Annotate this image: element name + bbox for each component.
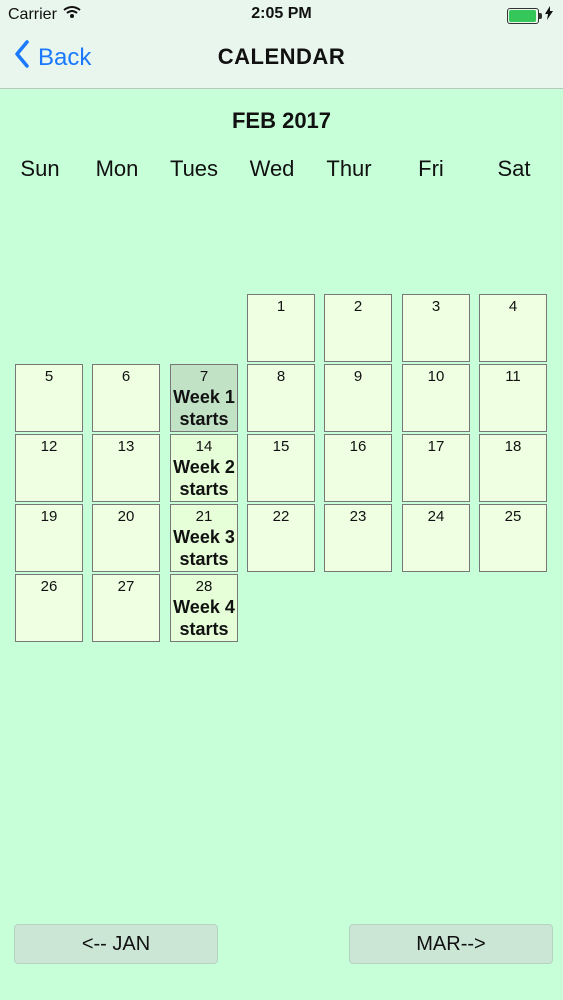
day-cell[interactable]: 19 — [15, 504, 83, 572]
weekday-header-row: Sun Mon Tues Wed Thur Fri Sat — [0, 156, 563, 186]
battery-icon — [507, 7, 542, 24]
day-cell[interactable]: 16 — [324, 434, 392, 502]
day-cell-selected[interactable]: 7 Week 1 starts — [170, 364, 238, 432]
weekday-mon: Mon — [95, 156, 139, 181]
weekday-sun: Sun — [20, 156, 60, 181]
day-cell[interactable]: 4 — [479, 294, 547, 362]
day-cell[interactable]: 5 — [15, 364, 83, 432]
day-cell[interactable]: 1 — [247, 294, 315, 362]
day-cell[interactable]: 6 — [92, 364, 160, 432]
day-cell[interactable]: 17 — [402, 434, 470, 502]
top-bar: Carrier 2:05 PM Back CALENDAR — [0, 0, 563, 89]
weekday-tues: Tues — [169, 156, 219, 181]
day-cell[interactable]: 8 — [247, 364, 315, 432]
month-title: FEB 2017 — [231, 108, 332, 133]
status-right — [507, 6, 553, 25]
day-cell[interactable]: 26 — [15, 574, 83, 642]
day-cell[interactable]: 14 Week 2 starts — [170, 434, 238, 502]
day-cell[interactable]: 15 — [247, 434, 315, 502]
day-cell[interactable]: 11 — [479, 364, 547, 432]
weekday-wed: Wed — [249, 156, 295, 181]
day-cell[interactable]: 21 Week 3 starts — [170, 504, 238, 572]
day-cell[interactable]: 27 — [92, 574, 160, 642]
day-cell[interactable]: 10 — [402, 364, 470, 432]
charging-icon — [545, 6, 553, 25]
day-note: Week 2 starts — [173, 457, 235, 499]
next-month-button[interactable]: MAR--> — [349, 924, 553, 964]
weekday-thur: Thur — [326, 156, 372, 181]
day-cell[interactable]: 28 Week 4 starts — [170, 574, 238, 642]
day-cell[interactable]: 23 — [324, 504, 392, 572]
day-cell[interactable]: 9 — [324, 364, 392, 432]
weekday-fri: Fri — [418, 156, 444, 181]
day-cell[interactable]: 2 — [324, 294, 392, 362]
status-time: 2:05 PM — [251, 5, 312, 22]
day-note: Week 1 starts — [173, 387, 235, 429]
day-cell[interactable]: 18 — [479, 434, 547, 502]
day-cell[interactable]: 25 — [479, 504, 547, 572]
weekday-sat: Sat — [497, 156, 531, 181]
page-title: CALENDAR — [217, 44, 346, 69]
day-cell[interactable]: 22 — [247, 504, 315, 572]
prev-month-button[interactable]: <-- JAN — [14, 924, 218, 964]
day-cell[interactable]: 3 — [402, 294, 470, 362]
day-cell[interactable]: 13 — [92, 434, 160, 502]
day-cell[interactable]: 12 — [15, 434, 83, 502]
day-cell[interactable]: 20 — [92, 504, 160, 572]
day-note: Week 3 starts — [173, 527, 235, 569]
day-cell[interactable]: 24 — [402, 504, 470, 572]
day-note: Week 4 starts — [173, 597, 235, 639]
